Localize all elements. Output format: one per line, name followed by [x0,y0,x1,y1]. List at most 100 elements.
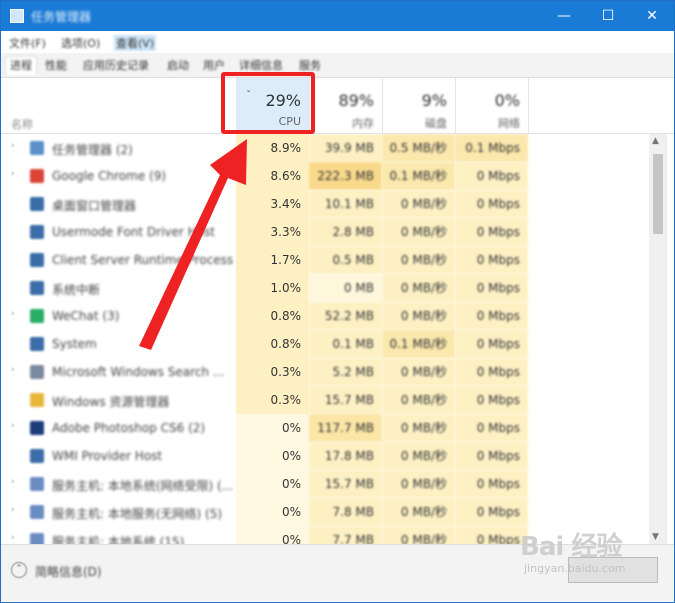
process-disk: 0 MB/秒 [382,470,455,498]
process-cpu: 0.8% [236,302,309,330]
process-name: 任务管理器 (2) [52,143,133,157]
process-name: 桌面窗口管理器 [52,199,137,213]
process-cpu: 3.4% [236,190,309,218]
process-name: Microsoft Windows Search ... [52,365,225,379]
vertical-scrollbar[interactable]: ▲ ▼ [649,134,667,544]
process-row[interactable]: › Google Chrome (9) 8.6% 222.3 MB 0.1 MB/秒 0 … [1,162,649,190]
process-disk: 0 MB/秒 [382,218,455,246]
process-memory: 7.8 MB [309,498,382,526]
menu-options[interactable]: 选项(O) [61,35,100,51]
process-name: System [52,337,97,351]
process-row[interactable]: Client Server Runtime Process 1.7% 0.5 MB 0… [1,246,649,274]
collapse-icon[interactable]: ⌃ [11,562,27,578]
column-header-disk[interactable]: 9% 磁盘 [382,78,455,133]
process-disk: 0 MB/秒 [382,386,455,414]
process-icon [30,253,44,267]
process-icon [30,365,44,379]
process-disk: 0.1 MB/秒 [382,330,455,358]
process-disk: 0 MB/秒 [382,526,455,544]
expand-chevron-icon[interactable]: › [11,477,15,487]
process-disk: 0 MB/秒 [382,498,455,526]
process-name: Client Server Runtime Process [52,253,234,267]
column-header-name[interactable]: 名称 [11,116,33,132]
process-cpu: 0.3% [236,386,309,414]
expand-chevron-icon[interactable]: › [11,309,15,319]
process-icon [30,477,44,491]
process-memory: 17.8 MB [309,442,382,470]
process-row[interactable]: 桌面窗口管理器 3.4% 10.1 MB 0 MB/秒 0 Mbps [1,190,649,218]
process-cpu: 1.0% [236,274,309,302]
expand-chevron-icon[interactable]: › [11,421,15,431]
column-separator[interactable] [528,78,529,133]
process-disk: 0.5 MB/秒 [382,134,455,162]
process-cpu: 0% [236,442,309,470]
process-name: Windows 资源管理器 [52,395,170,409]
watermark-url: jingyan.baidu.com [524,562,626,575]
process-disk: 0.1 MB/秒 [382,162,455,190]
process-network: 0 Mbps [455,162,528,190]
process-row[interactable]: › 服务主机: 本地系统(网络受限) (... 0% 15.7 MB 0 MB/秒 0 M… [1,470,649,498]
process-row[interactable]: WMI Provider Host 0% 17.8 MB 0 MB/秒 0 Mbps [1,442,649,470]
process-network: 0 Mbps [455,358,528,386]
expand-chevron-icon[interactable]: › [11,505,15,515]
expand-chevron-icon[interactable]: › [11,365,15,375]
process-disk: 0 MB/秒 [382,358,455,386]
process-memory: 7.7 MB [309,526,382,544]
tab-bar: 进程 性能 应用历史记录 启动 用户 详细信息 服务 [1,53,674,78]
expand-chevron-icon[interactable]: › [11,533,15,543]
process-name: Adobe Photoshop CS6 (2) [52,421,206,435]
tab-performance[interactable]: 性能 [41,57,71,75]
process-name: 系统中断 [52,283,101,297]
process-network: 0 Mbps [455,442,528,470]
tab-processes[interactable]: 进程 [5,56,37,75]
process-row[interactable]: System 0.8% 0.1 MB 0.1 MB/秒 0 Mbps [1,330,649,358]
scrollbar-thumb[interactable] [653,154,663,234]
process-row[interactable]: › Microsoft Windows Search ... 0.3% 5.2 MB 0… [1,358,649,386]
process-name: WMI Provider Host [52,449,163,463]
process-row[interactable]: › Adobe Photoshop CS6 (2) 0% 117.7 MB 0 MB/秒… [1,414,649,442]
tab-startup[interactable]: 启动 [163,57,193,75]
process-cpu: 1.7% [236,246,309,274]
process-icon [30,169,44,183]
scroll-up-icon[interactable]: ▲ [652,136,659,146]
expand-chevron-icon[interactable]: › [11,169,15,179]
expand-chevron-icon[interactable]: › [11,141,15,151]
minimize-button[interactable]: — [542,1,586,31]
process-memory: 117.7 MB [309,414,382,442]
process-network: 0 Mbps [455,330,528,358]
process-network: 0 Mbps [455,414,528,442]
process-row[interactable]: Usermode Font Driver Host 3.3% 2.8 MB 0 MB/… [1,218,649,246]
column-header-memory[interactable]: 89% 内存 [309,78,382,133]
process-row[interactable]: › 任务管理器 (2) 8.9% 39.9 MB 0.5 MB/秒 0.1 Mbps [1,134,649,162]
tab-app-history[interactable]: 应用历史记录 [79,57,153,75]
process-row[interactable]: 系统中断 1.0% 0 MB 0 MB/秒 0 Mbps [1,274,649,302]
network-label: 网络 [498,117,520,130]
process-disk: 0 MB/秒 [382,190,455,218]
baidu-watermark: Bai 经验 jingyan.baidu.com [520,522,660,582]
process-cpu: 0% [236,498,309,526]
column-header-network[interactable]: 0% 网络 [455,78,528,133]
process-icon [30,225,44,239]
title-bar: 任务管理器 — ☐ ✕ [1,1,674,31]
process-cpu: 0.3% [236,358,309,386]
process-network: 0 Mbps [455,386,528,414]
process-icon [30,449,44,463]
maximize-button[interactable]: ☐ [586,1,630,31]
process-memory: 5.2 MB [309,358,382,386]
process-icon [30,141,44,155]
process-memory: 0 MB [309,274,382,302]
process-memory: 15.7 MB [309,470,382,498]
process-row[interactable]: › WeChat (3) 0.8% 52.2 MB 0 MB/秒 0 Mbps [1,302,649,330]
menu-view[interactable]: 查看(V) [114,35,157,51]
process-icon [30,533,44,544]
process-icon [30,505,44,519]
memory-total-percent: 89% [338,91,374,110]
fewer-details-link[interactable]: 简略信息(D) [35,563,102,580]
close-button[interactable]: ✕ [630,1,674,31]
menu-file[interactable]: 文件(F) [9,35,46,51]
process-name: 服务主机: 本地系统 (15) [52,535,185,544]
process-name: 服务主机: 本地系统(网络受限) (... [52,479,234,493]
process-row[interactable]: Windows 资源管理器 0.3% 15.7 MB 0 MB/秒 0 Mbps [1,386,649,414]
process-name: WeChat (3) [52,309,120,323]
window-title: 任务管理器 [31,10,92,24]
